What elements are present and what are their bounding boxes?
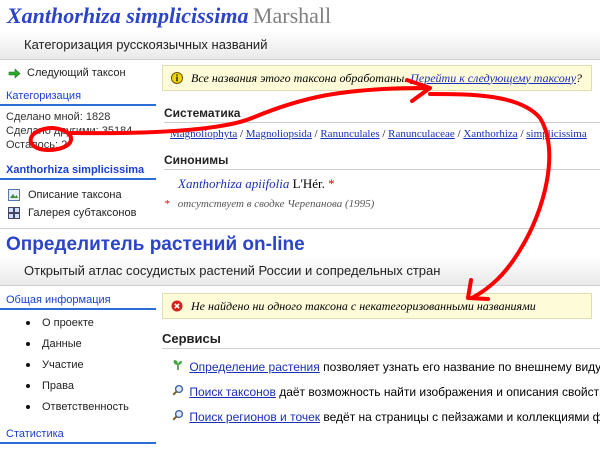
menu-item-label: Данные (42, 338, 82, 350)
error-icon (171, 300, 183, 312)
gallery-icon (8, 207, 20, 219)
taxon-description-label: Описание таксона (28, 189, 122, 201)
breadcrumb-link[interactable]: Ranunculaceae (388, 128, 455, 140)
site-subtitle-bar: Открытый атлас сосудистых растений Росси… (0, 257, 600, 286)
footnote-text: отсутствует в сводке Черепанова (1995) (177, 198, 375, 210)
menu-item-label: Участие (42, 359, 84, 371)
bullet-icon (26, 321, 30, 325)
services-section: Сервисы Определение растения позволяет у… (162, 331, 600, 424)
footnote-mark: * (164, 198, 170, 210)
synonym-footnote: * отсутствует в сводке Черепанова (1995) (164, 198, 600, 210)
remaining-count: Осталось: 2 (0, 138, 156, 152)
service-link-regions-search[interactable]: Поиск регионов и точек (189, 410, 320, 424)
service-text: даёт возможность найти изображения и опи… (279, 385, 600, 399)
next-taxon-label: Следующий таксон (27, 67, 126, 79)
magnifier-icon (172, 409, 186, 424)
bullet-icon (26, 363, 30, 367)
breadcrumb-link[interactable]: Magnoliophyta (170, 128, 237, 140)
breadcrumb-link[interactable]: Ranunculales (320, 128, 379, 140)
taxon-description-link[interactable]: Описание таксона (0, 186, 156, 204)
menu-item-label: Права (42, 380, 74, 392)
remaining-value: 2 (61, 139, 68, 151)
bullet-icon (26, 384, 30, 388)
synonym-item: Xanthorhiza apiifolia L'Hér. * (178, 176, 600, 192)
notice-text: Все названия этого таксона обработаны. (191, 70, 408, 85)
sprout-icon (172, 359, 186, 374)
breadcrumb-link[interactable]: simplicissima (526, 128, 587, 140)
service-link-taxa-search[interactable]: Поиск таксонов (189, 385, 276, 399)
service-text: позволяет узнать его название по внешнем… (323, 360, 600, 374)
next-taxon-notice-link[interactable]: Перейти к следующему таксону (410, 71, 576, 86)
sidebar: Следующий таксон Категоризация Сделано м… (0, 60, 156, 222)
systematics-heading: Систематика (164, 106, 600, 123)
service-text: ведёт на страницы с пейзажами и коллекци… (323, 410, 600, 424)
green-arrow-icon (8, 67, 21, 79)
done-by-me: Сделано мной: 1828 (6, 111, 111, 123)
page-subtitle: Категоризация русскоязычных названий (24, 37, 268, 52)
title-bar: Xanthorhiza simplicissima Marshall (0, 0, 600, 34)
service-item: Поиск таксонов даёт возможность найти из… (172, 384, 600, 399)
breadcrumb-separator: / (237, 128, 246, 140)
taxon-heading[interactable]: Xanthorhiza simplicissima (0, 162, 156, 180)
categorization-heading: Категоризация (0, 88, 156, 106)
info-icon (171, 72, 183, 84)
menu-item-about[interactable]: О проекте (0, 314, 156, 332)
picture-icon (8, 189, 20, 201)
error-bar: Не найдено ни одного таксона с некатегор… (162, 293, 592, 319)
error-text: Не найдено ни одного таксона с некатегор… (191, 298, 536, 313)
synonym-mark: * (328, 176, 335, 191)
bullet-icon (26, 405, 30, 409)
taxon-categorization-panel: Xanthorhiza simplicissima Marshall Катег… (0, 0, 600, 228)
site-sidebar: Общая информация О проекте Данные Участи… (0, 292, 156, 444)
breadcrumb-separator: / (517, 128, 527, 140)
breadcrumb-link[interactable]: Magnoliopsida (246, 128, 312, 140)
site-subtitle: Открытый атлас сосудистых растений Росси… (24, 263, 441, 278)
breadcrumb-separator: / (379, 128, 389, 140)
next-taxon-link[interactable]: Следующий таксон (0, 64, 156, 82)
notice-bar: Все названия этого таксона обработаны. П… (162, 65, 592, 91)
page-subtitle-bar: Категоризация русскоязычных названий (0, 31, 600, 60)
menu-item-rights[interactable]: Права (0, 377, 156, 395)
taxon-main: Систематика Magnoliophyta / Magnoliopsid… (162, 106, 600, 210)
subtaxa-gallery-label: Галерея субтаксонов (28, 207, 137, 219)
statistics-heading[interactable]: Статистика (0, 426, 156, 444)
remaining-label: Осталось: (6, 139, 59, 151)
done-by-others: Сделано другими: 35184 (6, 125, 133, 137)
menu-item-label: О проекте (42, 317, 94, 329)
service-item: Поиск регионов и точек ведёт на страницы… (172, 409, 600, 424)
services-heading: Сервисы (162, 331, 600, 349)
synonym-author: L'Hér. (292, 176, 325, 191)
service-item: Определение растения позволяет узнать ег… (172, 359, 600, 374)
plant-identifier-panel: Определитель растений on-line Открытый а… (0, 228, 600, 456)
synonyms-heading: Синонимы (164, 153, 600, 170)
menu-item-data[interactable]: Данные (0, 335, 156, 353)
taxon-title: Xanthorhiza simplicissima (7, 3, 249, 28)
menu-item-responsibility[interactable]: Ответственность (0, 398, 156, 416)
site-title: Определитель растений on-line (6, 234, 305, 255)
taxon-author: Marshall (252, 3, 332, 28)
subtaxa-gallery-link[interactable]: Галерея субтаксонов (0, 204, 156, 222)
magnifier-icon (172, 384, 186, 399)
bullet-icon (26, 342, 30, 346)
menu-item-label: Ответственность (42, 401, 129, 413)
service-link-identify[interactable]: Определение растения (189, 360, 319, 374)
breadcrumb: Magnoliophyta / Magnoliopsida / Ranuncul… (170, 128, 600, 140)
breadcrumb-link[interactable]: Xanthorhiza (463, 128, 517, 140)
synonym-latin[interactable]: Xanthorhiza apiifolia (178, 176, 289, 191)
notice-end: ? (576, 70, 583, 85)
menu-item-participation[interactable]: Участие (0, 356, 156, 374)
general-info-heading[interactable]: Общая информация (0, 292, 156, 310)
